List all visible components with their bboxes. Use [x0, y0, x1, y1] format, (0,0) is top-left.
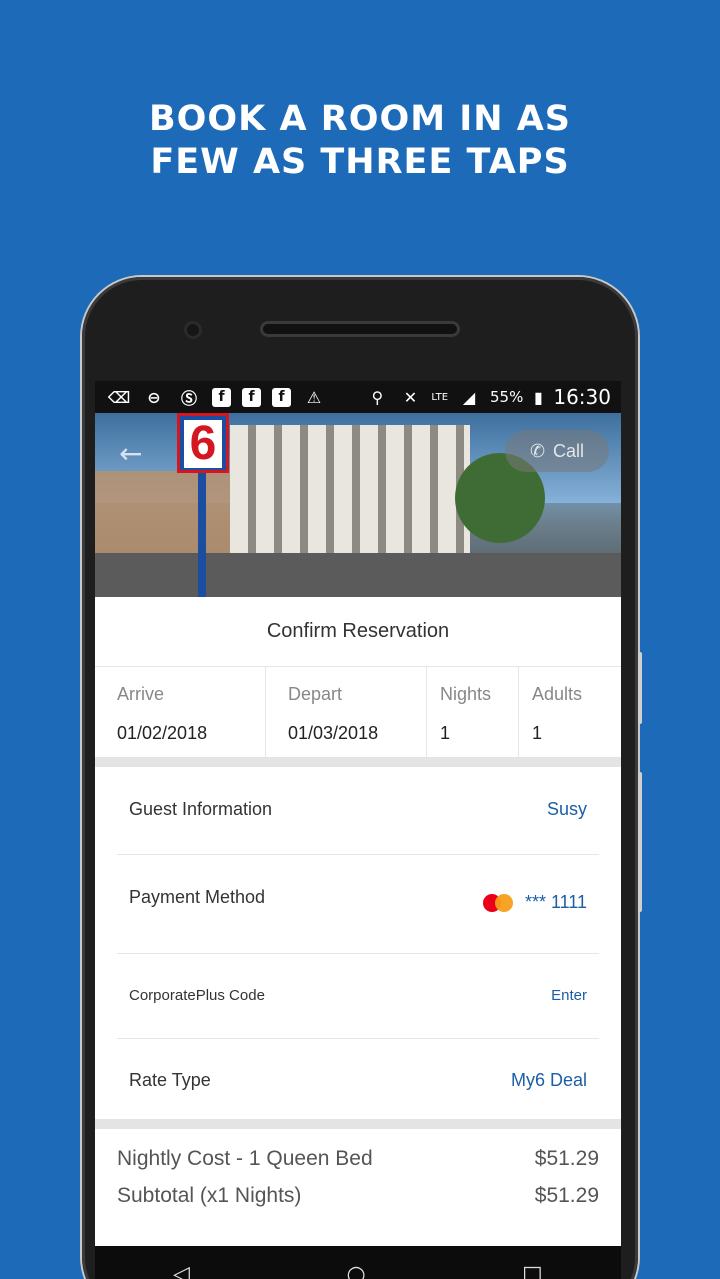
card-last-digits: *** 1111	[524, 892, 587, 912]
corporateplus-code-row[interactable]: CorporatePlus Code Enter	[117, 954, 599, 1039]
adults-label: Adults	[532, 684, 583, 704]
subtotal-label: Subtotal (x1 Nights)	[117, 1184, 302, 1207]
android-nav-bar: ◁ ○ □	[95, 1246, 621, 1279]
facebook-icon: f	[272, 387, 291, 407]
app-screen: ⌫ ⊖ Ⓢ f f f ⚠ ⚲ ✕ LTE ◢ 55% ▮ 16:30 6 ← …	[95, 381, 621, 1279]
location-icon: ⚲	[371, 387, 384, 407]
reservation-details: Guest Information Susy Payment Method **…	[95, 767, 621, 1129]
subtotal-row: Subtotal (x1 Nights) $51.29	[117, 1184, 599, 1221]
nav-back-icon[interactable]: ◁	[173, 1262, 190, 1279]
enter-code-link[interactable]: Enter	[551, 987, 587, 1004]
motel6-sign-logo: 6	[177, 413, 229, 473]
adults-cell[interactable]: Adults 1	[519, 667, 621, 757]
facebook-icon: f	[242, 387, 261, 407]
skype-icon: Ⓢ	[180, 389, 197, 408]
call-button-label: Call	[553, 440, 585, 461]
nightly-cost-label: Nightly Cost - 1 Queen Bed	[117, 1147, 373, 1170]
hotel-photo: 6 ← ✆ Call	[95, 413, 621, 597]
depart-cell[interactable]: Depart 01/03/2018	[266, 667, 427, 757]
nav-recents-icon[interactable]: □	[522, 1262, 543, 1279]
payment-method-label: Payment Method	[129, 887, 266, 907]
arrive-label: Arrive	[117, 684, 165, 704]
guest-name-link[interactable]: Susy	[547, 799, 587, 820]
front-camera	[184, 321, 202, 339]
earpiece-speaker	[260, 321, 460, 337]
signal-icon: ◢	[462, 387, 476, 407]
headline-line-2: FEW AS THREE TAPS	[150, 142, 570, 182]
corporateplus-code-label: CorporatePlus Code	[129, 987, 265, 1004]
payment-card[interactable]: *** 1111	[482, 892, 587, 913]
battery-icon: ▮	[533, 387, 543, 407]
facebook-icon: f	[212, 387, 231, 407]
nightly-cost-row: Nightly Cost - 1 Queen Bed $51.29	[117, 1147, 599, 1184]
nightly-cost-value: $51.29	[534, 1147, 599, 1170]
arrive-cell[interactable]: Arrive 01/02/2018	[95, 667, 266, 757]
nights-cell[interactable]: Nights 1	[427, 667, 519, 757]
nights-value: 1	[440, 723, 451, 743]
power-button	[638, 772, 642, 912]
network-type: LTE	[431, 391, 449, 403]
volume-button	[638, 652, 642, 724]
keyboard-delete-icon: ⌫	[107, 387, 131, 407]
phone-icon: ✆	[529, 440, 546, 462]
back-arrow-icon[interactable]: ←	[119, 437, 142, 470]
subtotal-value: $51.29	[534, 1184, 599, 1207]
depart-date: 01/03/2018	[288, 723, 379, 743]
battery-percent: 55%	[490, 388, 524, 406]
clock: 16:30	[553, 385, 611, 409]
page-title: Confirm Reservation	[95, 597, 621, 667]
payment-method-row[interactable]: Payment Method *** 1111	[117, 855, 599, 954]
cost-summary: Nightly Cost - 1 Queen Bed $51.29 Subtot…	[95, 1129, 621, 1221]
guest-information-row[interactable]: Guest Information Susy	[117, 767, 599, 855]
rate-type-row[interactable]: Rate Type My6 Deal	[117, 1039, 599, 1119]
nights-label: Nights	[440, 684, 492, 704]
warning-icon: ⚠	[306, 387, 322, 407]
rate-type-value[interactable]: My6 Deal	[511, 1070, 587, 1091]
depart-label: Depart	[288, 684, 343, 704]
rate-type-label: Rate Type	[129, 1070, 211, 1090]
stay-summary: Arrive 01/02/2018 Depart 01/03/2018 Nigh…	[95, 667, 621, 767]
headline-line-1: BOOK A ROOM IN AS	[148, 99, 572, 139]
status-bar: ⌫ ⊖ Ⓢ f f f ⚠ ⚲ ✕ LTE ◢ 55% ▮ 16:30	[95, 381, 621, 413]
mastercard-icon	[482, 893, 517, 912]
muted-icon: ✕	[403, 387, 418, 407]
do-not-disturb-icon: ⊖	[147, 387, 161, 407]
nav-home-icon[interactable]: ○	[346, 1262, 365, 1279]
arrive-date: 01/02/2018	[117, 723, 208, 743]
promo-headline: BOOK A ROOM IN AS FEW AS THREE TAPS	[0, 98, 720, 184]
guest-information-label: Guest Information	[129, 799, 273, 819]
adults-value: 1	[532, 723, 543, 743]
call-button[interactable]: ✆ Call	[505, 430, 609, 472]
